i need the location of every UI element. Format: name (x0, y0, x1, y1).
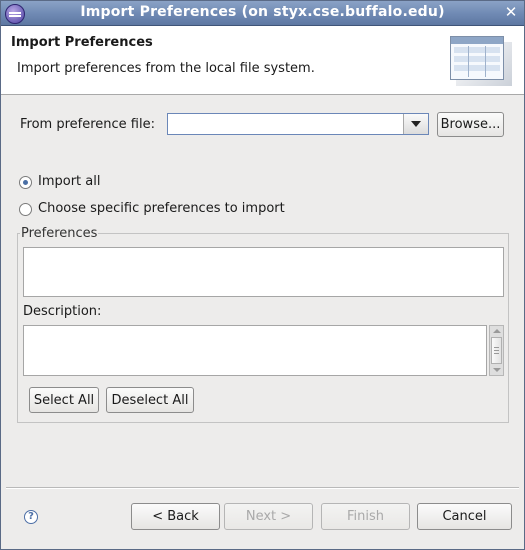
chevron-down-icon[interactable] (403, 114, 428, 134)
title-bar[interactable]: Import Preferences (on styx.cse.buffalo.… (1, 1, 524, 26)
import-all-radio[interactable] (19, 176, 32, 189)
scroll-up-icon[interactable] (493, 329, 501, 333)
preferences-group-legend: Preferences (20, 226, 99, 241)
preference-file-combo[interactable] (167, 113, 429, 135)
preferences-list[interactable] (23, 247, 504, 297)
select-all-button[interactable]: Select All (29, 387, 99, 413)
description-label: Description: (23, 304, 102, 319)
cancel-button[interactable]: Cancel (417, 503, 512, 530)
choose-specific-label[interactable]: Choose specific preferences to import (38, 201, 285, 216)
description-text-area[interactable] (23, 325, 487, 376)
preference-file-input[interactable] (168, 114, 404, 134)
deselect-all-button[interactable]: Deselect All (106, 387, 194, 413)
description-scrollbar[interactable] (489, 325, 504, 376)
finish-button[interactable]: Finish (321, 503, 410, 530)
window-title: Import Preferences (on styx.cse.buffalo.… (80, 4, 445, 20)
footer-separator (6, 487, 519, 489)
next-button[interactable]: Next > (224, 503, 313, 530)
from-preference-file-label: From preference file: (20, 117, 155, 132)
import-preferences-dialog: Import Preferences (on styx.cse.buffalo.… (0, 0, 525, 550)
import-wizard-banner-icon (450, 36, 504, 80)
scroll-down-icon[interactable] (493, 368, 501, 372)
wizard-header: Import Preferences Import preferences fr… (1, 26, 524, 95)
scroll-thumb[interactable] (491, 337, 502, 364)
page-description: Import preferences from the local file s… (17, 61, 315, 76)
browse-button[interactable]: Browse... (437, 112, 504, 137)
back-button[interactable]: < Back (131, 503, 220, 530)
help-icon[interactable]: ? (24, 510, 38, 524)
close-icon[interactable]: ✕ (503, 4, 519, 20)
page-title: Import Preferences (11, 35, 153, 50)
import-all-label[interactable]: Import all (38, 174, 100, 189)
choose-specific-radio[interactable] (19, 203, 32, 216)
